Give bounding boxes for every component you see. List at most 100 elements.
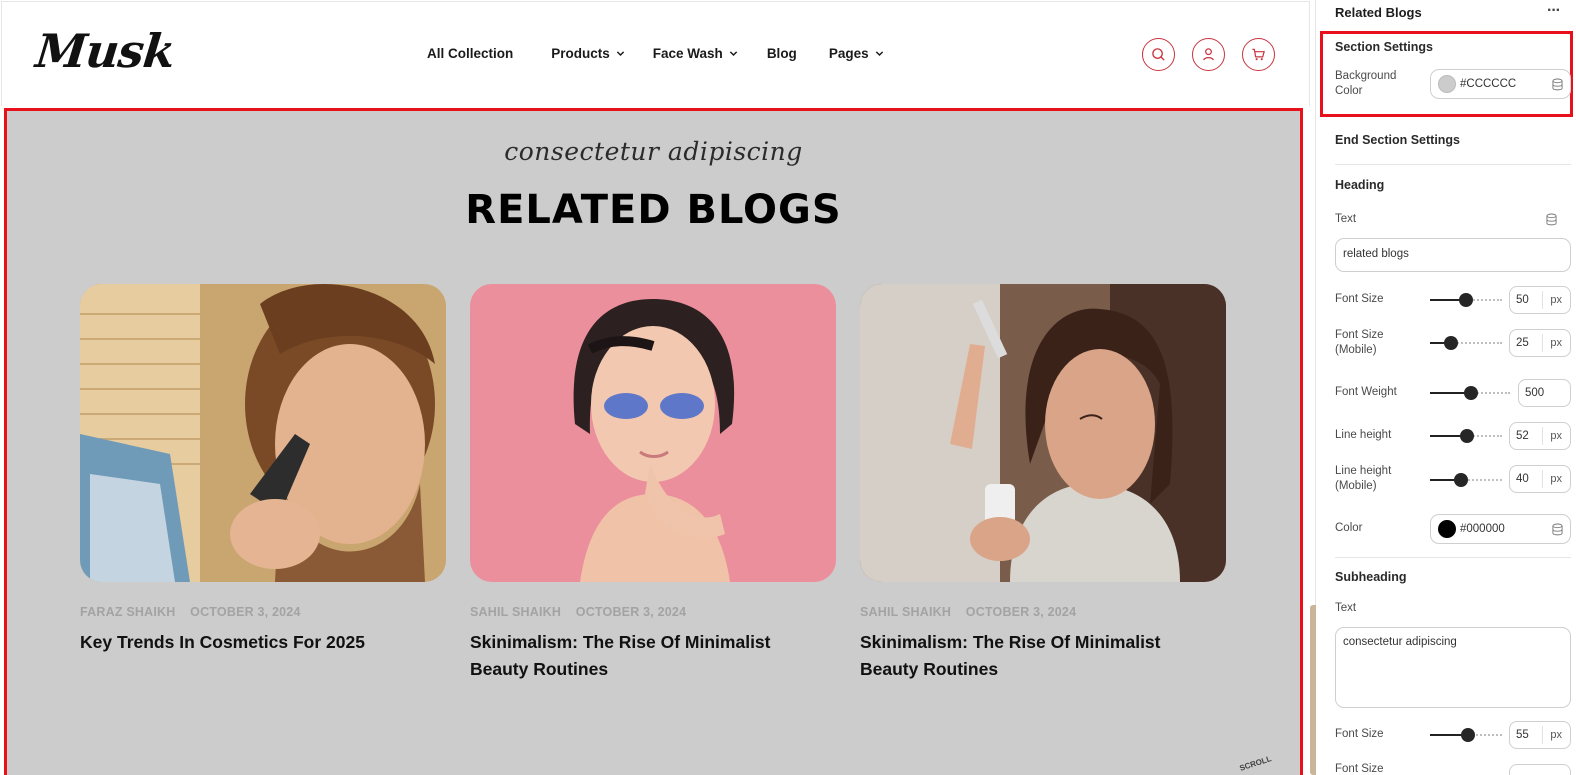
- blog-card-author: SAHIL SHAIKH: [860, 605, 952, 619]
- subheading-font-size-mobile-label: Font Size: [1335, 763, 1384, 775]
- database-icon[interactable]: [1546, 213, 1557, 226]
- number-value: 50: [1516, 294, 1529, 306]
- end-section-settings-title: End Section Settings: [1335, 133, 1461, 147]
- nav-item-pages[interactable]: Pages: [829, 46, 884, 61]
- color-swatch[interactable]: [1438, 75, 1456, 93]
- chevron-down-icon: [875, 51, 883, 57]
- cart-icon: [1252, 48, 1265, 61]
- background-color-label: Background Color: [1335, 70, 1397, 97]
- unit-label: px: [1550, 473, 1562, 485]
- blog-card-title[interactable]: Key Trends In Cosmetics For 2025: [80, 629, 420, 656]
- subheading-text-input[interactable]: consectetur adipiscing: [1335, 627, 1571, 708]
- heading-line-height-input[interactable]: 52 px: [1509, 422, 1571, 450]
- number-value: 55: [1516, 729, 1529, 741]
- more-dots-icon[interactable]: ···: [1547, 2, 1561, 20]
- heading-group-title: Heading: [1335, 178, 1385, 192]
- blog-card-image[interactable]: [470, 284, 836, 582]
- site-logo[interactable]: Musk: [33, 24, 177, 78]
- nav-item-blog[interactable]: Blog: [767, 46, 797, 61]
- blog-card-meta: SAHIL SHAIKH OCTOBER 3, 2024: [860, 605, 1226, 619]
- background-color-field[interactable]: #CCCCCC: [1430, 69, 1571, 99]
- chevron-down-icon: [729, 51, 737, 57]
- blog-card-date: OCTOBER 3, 2024: [575, 605, 687, 619]
- subheading-text-label: Text: [1335, 602, 1357, 614]
- heading-color-field[interactable]: #000000: [1430, 514, 1571, 544]
- user-icon: [1203, 48, 1214, 61]
- unit-label: px: [1550, 729, 1562, 741]
- subheading-font-size-label: Font Size: [1335, 728, 1384, 740]
- blog-card[interactable]: FARAZ SHAIKH OCTOBER 3, 2024 Key Trends …: [80, 284, 446, 656]
- nav-item-label: Pages: [828, 46, 869, 61]
- heading-line-height-mobile-label: Line height (Mobile): [1335, 465, 1392, 492]
- heading-line-height-mobile-slider[interactable]: [1430, 472, 1502, 488]
- blog-card-author: FARAZ SHAIKH: [80, 605, 176, 619]
- number-value: 40: [1516, 473, 1529, 485]
- preview-scrollbar[interactable]: [1310, 605, 1316, 775]
- cart-button[interactable]: [1242, 38, 1275, 71]
- unit-label: px: [1550, 337, 1562, 349]
- settings-panel: Related Blogs ··· Section Settings Backg…: [1318, 0, 1576, 775]
- nav-item-all-collection[interactable]: All Collection: [427, 46, 513, 61]
- slider-knob[interactable]: [1444, 336, 1458, 350]
- heading-text-label: Text: [1335, 213, 1357, 225]
- panel-title: Related Blogs: [1335, 5, 1422, 20]
- background-color-value: #CCCCCC: [1460, 78, 1517, 90]
- section-settings-title: Section Settings: [1335, 40, 1433, 54]
- subheading-font-size-mobile-input[interactable]: [1509, 764, 1571, 775]
- blog-card-image[interactable]: [80, 284, 446, 582]
- subheading-group-title: Subheading: [1335, 570, 1407, 584]
- heading-color-value: #000000: [1460, 523, 1505, 535]
- divider: [1542, 427, 1543, 445]
- heading-line-height-slider[interactable]: [1430, 428, 1502, 444]
- slider-knob[interactable]: [1454, 473, 1468, 487]
- nav-item-face-wash[interactable]: Face Wash: [653, 46, 738, 61]
- blog-card-image[interactable]: [860, 284, 1226, 582]
- blog-card-title[interactable]: Skinimalism: The Rise Of Minimalist Beau…: [470, 629, 810, 683]
- heading-font-size-mobile-slider[interactable]: [1430, 335, 1502, 351]
- slider-knob[interactable]: [1461, 728, 1475, 742]
- blog-card-date: OCTOBER 3, 2024: [965, 605, 1077, 619]
- heading-font-size-label: Font Size: [1335, 293, 1384, 305]
- divider: [1542, 726, 1543, 744]
- heading-font-size-slider[interactable]: [1430, 292, 1502, 308]
- slider-knob[interactable]: [1464, 386, 1478, 400]
- slider-knob[interactable]: [1459, 293, 1473, 307]
- blog-card[interactable]: SAHIL SHAIKH OCTOBER 3, 2024 Skinimalism…: [470, 284, 836, 683]
- heading-line-height-label: Line height: [1335, 429, 1392, 441]
- blog-card-author: SAHIL SHAIKH: [470, 605, 562, 619]
- subheading-font-size-input[interactable]: 55 px: [1509, 721, 1571, 749]
- search-button[interactable]: [1142, 38, 1175, 71]
- nav-item-label: Products: [551, 46, 610, 61]
- divider: [1542, 334, 1543, 352]
- color-swatch[interactable]: [1438, 520, 1456, 538]
- heading-line-height-mobile-input[interactable]: 40 px: [1509, 465, 1571, 493]
- search-icon: [1152, 48, 1165, 61]
- account-button[interactable]: [1192, 38, 1225, 71]
- heading-font-size-mobile-input[interactable]: 25 px: [1509, 329, 1571, 357]
- scroll-badge[interactable]: SCROLL: [1238, 754, 1272, 773]
- blog-card-date: OCTOBER 3, 2024: [190, 605, 301, 619]
- heading-font-size-input[interactable]: 50 px: [1509, 286, 1571, 314]
- heading-text-input[interactable]: related blogs: [1335, 238, 1571, 272]
- unit-label: px: [1550, 430, 1562, 442]
- page-preview: Musk All Collection Products Face Wash B…: [0, 0, 1316, 775]
- heading-font-size-mobile-label: Font Size (Mobile): [1335, 329, 1384, 356]
- nav-item-label: All Collection: [427, 46, 514, 61]
- blog-card-title[interactable]: Skinimalism: The Rise Of Minimalist Beau…: [860, 629, 1200, 683]
- related-blogs-section[interactable]: consectetur adipiscing RELATED BLOGS FAR…: [4, 108, 1303, 775]
- heading-font-weight-input[interactable]: 500: [1518, 379, 1571, 407]
- blog-card-meta: SAHIL SHAIKH OCTOBER 3, 2024: [470, 605, 836, 619]
- divider: [1542, 291, 1543, 309]
- slider-knob[interactable]: [1460, 429, 1474, 443]
- nav-item-products[interactable]: Products: [551, 46, 625, 61]
- divider: [1335, 557, 1571, 558]
- database-icon[interactable]: [1552, 523, 1563, 536]
- nav-item-label: Face Wash: [652, 46, 723, 61]
- database-icon[interactable]: [1552, 78, 1563, 91]
- heading-font-weight-slider[interactable]: [1430, 385, 1510, 401]
- number-value: 25: [1516, 337, 1529, 349]
- number-value: 500: [1525, 387, 1545, 399]
- blog-card-meta: FARAZ SHAIKH OCTOBER 3, 2024: [80, 605, 446, 619]
- blog-card[interactable]: SAHIL SHAIKH OCTOBER 3, 2024 Skinimalism…: [860, 284, 1226, 683]
- subheading-font-size-slider[interactable]: [1430, 727, 1502, 743]
